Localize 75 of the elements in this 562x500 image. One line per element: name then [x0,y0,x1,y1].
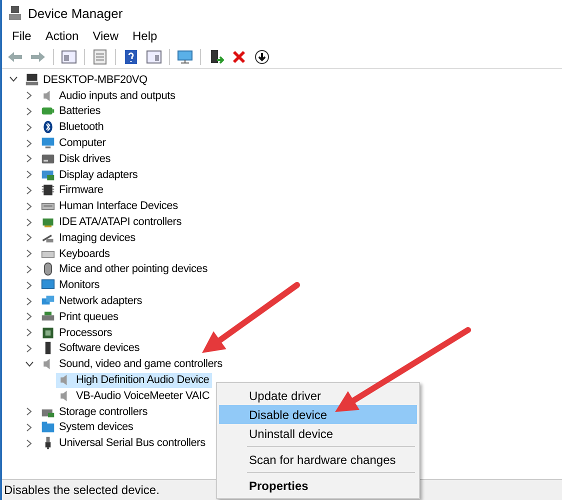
expander-chevron[interactable] [24,407,34,416]
tree-item[interactable]: Disk drives [39,151,114,166]
monitor-icon [41,136,55,150]
tree-item[interactable]: Mice and other pointing devices [39,262,211,277]
window-panel-icon[interactable] [146,49,162,65]
expander-chevron[interactable] [24,218,34,227]
expander-chevron[interactable] [24,122,34,132]
tree-item[interactable]: Batteries [39,104,104,119]
tree-item[interactable]: Firmware [39,182,106,198]
expander-chevron[interactable] [24,438,34,448]
computer-icon [25,72,39,87]
tree-item[interactable]: Print queues [39,309,122,324]
tree-item[interactable]: Display adapters [39,167,141,182]
status-text: Disables the selected device. [4,483,160,497]
remove-icon[interactable] [231,49,247,65]
tree-item[interactable]: Imaging devices [39,230,138,246]
tree-item[interactable]: Monitors [39,278,103,293]
menu-item[interactable]: Disable device [219,405,417,424]
menu-item[interactable]: Properties [219,476,417,495]
expander-chevron[interactable] [24,249,34,258]
tree-item[interactable]: Network adapters [39,294,146,309]
chip-icon [41,183,55,198]
expander-chevron[interactable] [24,91,34,100]
bluetooth-icon [41,120,55,134]
expander-chevron[interactable] [24,186,34,195]
menu-item[interactable]: View [86,29,126,43]
menu-item[interactable]: Scan for hardware changes [219,450,417,469]
window-panel-icon[interactable] [61,49,77,65]
expander-chevron[interactable] [24,422,34,432]
expander-chevron[interactable] [24,154,34,164]
expander-chevron[interactable] [24,170,34,180]
expander-chevron[interactable] [24,328,34,338]
tree-item[interactable]: System devices [39,420,136,435]
menu-item[interactable]: Action [38,29,86,43]
help-icon[interactable] [123,49,139,65]
mouse-icon [41,262,55,276]
tree-item[interactable]: Audio inputs and outputs [39,88,178,104]
menu-item[interactable]: File [5,29,38,43]
drive-icon [41,152,55,166]
expander-chevron[interactable] [24,296,34,306]
menu-item[interactable]: Update driver [219,386,417,405]
expander-chevron[interactable] [8,76,18,84]
window-title: Device Manager [28,6,123,20]
driver-update-icon[interactable] [208,49,224,65]
tree-item[interactable]: VB-Audio VoiceMeeter VAIC [56,388,213,404]
menu-item[interactable]: Help [126,29,164,43]
tree-item[interactable]: Processors [39,325,116,340]
expander-chevron[interactable] [24,138,34,148]
expander-chevron[interactable] [24,312,34,322]
tree-item[interactable]: Bluetooth [39,120,107,135]
tree-item[interactable]: Computer [39,136,109,151]
expander-chevron[interactable] [24,264,34,274]
tree-item[interactable]: Sound, video and game controllers [39,356,226,372]
tree-item[interactable]: Human Interface Devices [39,198,181,214]
folder-icon [41,420,55,434]
menu-item[interactable]: Uninstall device [219,424,417,443]
monitor-icon[interactable] [177,49,193,65]
expander-chevron[interactable] [24,202,34,211]
tree-item[interactable]: Storage controllers [39,404,151,420]
expander-chevron[interactable] [24,360,34,368]
tree-item[interactable]: Keyboards [39,246,113,262]
tree-item[interactable]: High Definition Audio Device [56,372,212,388]
display-card-icon [41,168,55,182]
document-icon[interactable] [92,49,108,65]
expander-chevron[interactable] [24,233,34,242]
tree-item[interactable]: Universal Serial Bus controllers [39,436,208,451]
expander-chevron[interactable] [24,106,34,116]
device-manager-icon [8,5,22,21]
expander-chevron[interactable] [24,344,34,353]
processor-icon [41,326,55,340]
tree-item[interactable]: Software devices [39,340,143,356]
download-icon[interactable] [254,49,270,65]
tree-item[interactable]: DESKTOP-MBF20VQ [23,72,150,88]
tree-item[interactable]: IDE ATA/ATAPI controllers [39,214,185,230]
expander-chevron[interactable] [24,280,34,290]
